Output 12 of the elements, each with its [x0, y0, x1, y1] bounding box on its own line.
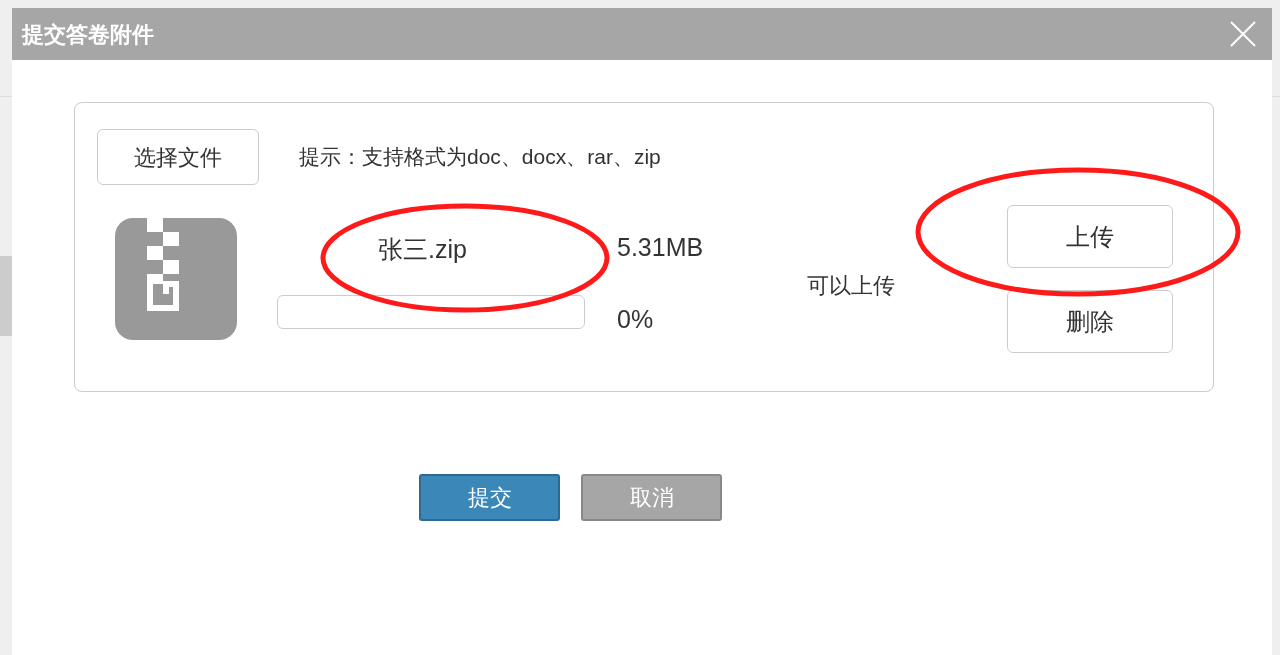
- delete-button[interactable]: 删除: [1007, 290, 1173, 353]
- dialog-title: 提交答卷附件: [22, 20, 154, 49]
- file-name: 张三.zip: [378, 234, 467, 266]
- choose-file-button[interactable]: 选择文件: [97, 129, 259, 185]
- upload-status: 可以上传: [807, 272, 895, 300]
- file-size: 5.31MB: [617, 232, 704, 264]
- upload-button[interactable]: 上传: [1007, 205, 1173, 268]
- zip-file-icon: [115, 218, 237, 340]
- close-icon[interactable]: [1230, 21, 1256, 47]
- format-hint: 提示：支持格式为doc、docx、rar、zip: [299, 144, 661, 171]
- submit-button[interactable]: 提交: [419, 474, 560, 521]
- progress-percent: 0%: [617, 304, 654, 336]
